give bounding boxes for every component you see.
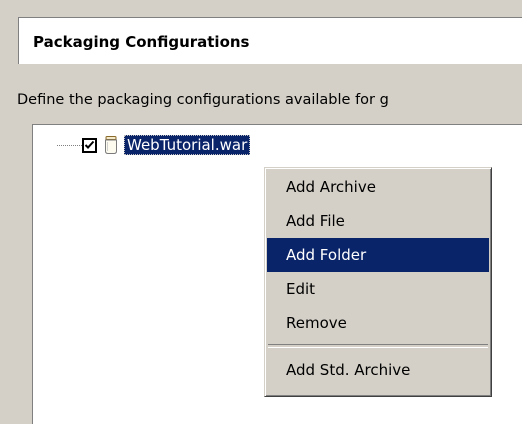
menu-item-add-archive[interactable]: Add Archive xyxy=(267,170,489,204)
menu-item-edit[interactable]: Edit xyxy=(267,272,489,306)
header-panel: Packaging Configurations xyxy=(18,17,522,64)
menu-item-add-file[interactable]: Add File xyxy=(267,204,489,238)
checkmark-icon xyxy=(84,140,95,149)
tree-item-checkbox[interactable] xyxy=(82,138,97,153)
page-title: Packaging Configurations xyxy=(33,33,250,51)
menu-item-add-std-archive[interactable]: Add Std. Archive xyxy=(267,353,489,387)
description-text: Define the packaging configurations avai… xyxy=(17,92,389,108)
tree-connector-line xyxy=(57,145,84,146)
menu-item-add-folder[interactable]: Add Folder xyxy=(267,238,489,272)
jar-icon xyxy=(105,136,117,154)
tree-item-label[interactable]: WebTutorial.war xyxy=(124,135,251,155)
menu-separator xyxy=(268,344,488,348)
context-menu: Add Archive Add File Add Folder Edit Rem… xyxy=(264,167,492,397)
menu-item-remove[interactable]: Remove xyxy=(267,306,489,340)
